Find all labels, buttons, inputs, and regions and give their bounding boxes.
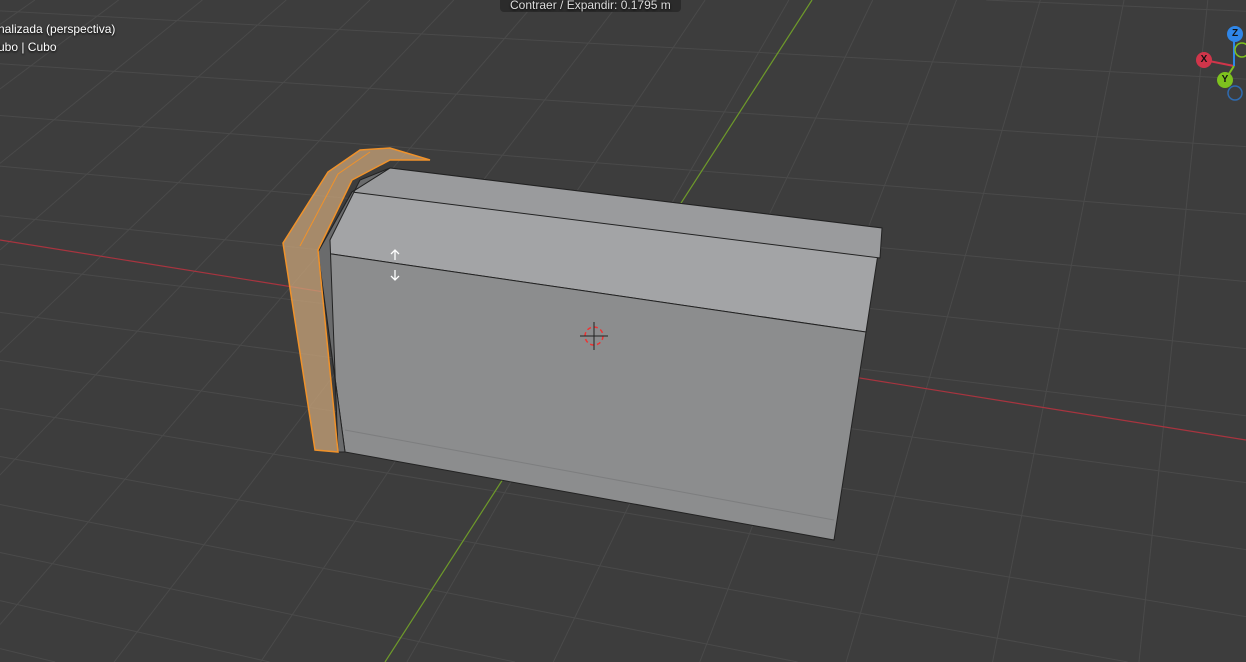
- gizmo-y-axis-button[interactable]: Y: [1217, 72, 1233, 88]
- grid-line: [0, 648, 56, 662]
- grid-line: [0, 63, 1246, 148]
- gizmo-z-axis-button[interactable]: Z: [1227, 26, 1243, 42]
- cube-mesh[interactable]: [282, 147, 883, 541]
- object-name-label: ubo | Cubo: [0, 40, 57, 54]
- operator-status: Contraer / Expandir: 0.1795 m: [500, 0, 681, 12]
- gizmo-x-label: X: [1200, 54, 1208, 65]
- grid-line: [0, 0, 287, 251]
- gizmo-x-axis-button[interactable]: X: [1196, 52, 1212, 68]
- viewport-3d[interactable]: [0, 0, 1246, 662]
- grid-line: [845, 0, 1041, 662]
- grid-line: [0, 552, 515, 662]
- view-name-label: nalizada (perspectiva): [0, 22, 116, 36]
- grid-line: [992, 0, 1125, 662]
- grid-line: [1138, 0, 1209, 662]
- gizmo-z-label: Z: [1231, 28, 1239, 39]
- navigation-gizmo[interactable]: [1203, 36, 1246, 101]
- grid-line: [0, 503, 798, 662]
- gizmo-neg-y-icon[interactable]: [1234, 42, 1246, 58]
- grid-line: [0, 600, 270, 662]
- grid-line: [0, 10, 1246, 80]
- gizmo-y-label: Y: [1221, 74, 1229, 85]
- gizmo-neg-z-icon[interactable]: [1227, 85, 1243, 101]
